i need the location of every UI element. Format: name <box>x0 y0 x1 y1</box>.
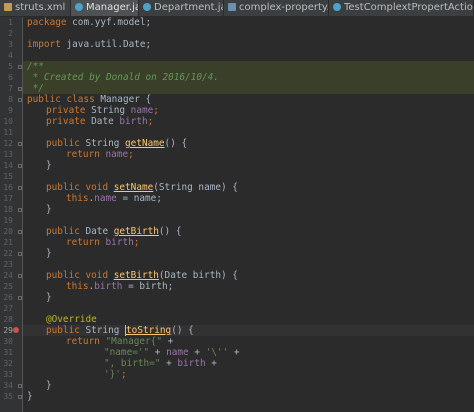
fold-marker-icon[interactable] <box>18 384 22 388</box>
code-line-29: public String toString() { <box>46 325 194 336</box>
code-line-28: @Override <box>46 314 97 325</box>
code-line-3: import java.util.Date; <box>27 39 152 50</box>
line-number: 1 <box>8 18 13 27</box>
line-number: 28 <box>3 315 13 324</box>
line-number: 17 <box>3 194 13 203</box>
code-line-14: } <box>46 160 52 171</box>
line-number: 27 <box>3 304 13 313</box>
tab-complex-property-jsp[interactable]: complex-property.jsp× <box>224 0 329 16</box>
xml-file-icon <box>4 3 12 11</box>
line-number: 2 <box>8 29 13 38</box>
line-number: 31 <box>3 348 13 357</box>
line-number: 23 <box>3 260 13 269</box>
line-number: 22 <box>3 249 13 258</box>
tab-manager-java[interactable]: Manager.java× <box>71 0 139 16</box>
code-line-30: return "Manager{" + <box>66 336 174 347</box>
code-line-24: public void setBirth(Date birth) { <box>46 270 238 281</box>
tab-label: Manager.java <box>86 2 138 13</box>
tab-department-java[interactable]: Department.java× <box>139 0 224 16</box>
line-number: 33 <box>3 370 13 379</box>
fold-marker-icon[interactable] <box>18 296 22 300</box>
fold-marker-icon[interactable] <box>18 274 22 278</box>
code-line-9: private String name; <box>46 105 159 116</box>
jsp-file-icon <box>228 3 236 11</box>
line-number: 25 <box>3 282 13 291</box>
class-file-icon <box>143 3 151 11</box>
editor-tab-bar: struts.xml× Manager.java× Department.jav… <box>0 0 474 17</box>
line-number: 18 <box>3 205 13 214</box>
code-line-35: } <box>27 391 33 402</box>
tab-label: TestComplextPropertAction.java <box>344 2 473 13</box>
code-line-8: public class Manager { <box>27 94 152 105</box>
code-line-6: * Created by Donald on 2016/10/4. <box>27 72 219 83</box>
line-number: 6 <box>8 73 13 82</box>
line-number: 30 <box>3 337 13 346</box>
code-line-17: this.name = name; <box>66 193 162 204</box>
fold-marker-icon[interactable] <box>18 142 22 146</box>
line-number: 26 <box>3 293 13 302</box>
code-line-7: */ <box>27 83 44 94</box>
override-method-icon[interactable] <box>13 327 19 333</box>
line-number: 29 <box>3 326 13 335</box>
line-number: 14 <box>3 161 13 170</box>
code-line-1: package com.yyf.model; <box>27 17 152 28</box>
code-line-13: return name; <box>66 149 134 160</box>
tab-label: Department.java <box>154 2 223 13</box>
line-number-gutter[interactable]: 1 2 3 4 5 6 7 8 9 10 11 12 13 14 15 16 17 18 19 20 21 22 23 24 2… <box>0 17 23 412</box>
line-number: 5 <box>8 62 13 71</box>
code-line-33: '}'; <box>104 369 127 380</box>
line-number: 7 <box>8 84 13 93</box>
line-number: 35 <box>3 392 13 401</box>
tab-testcomplextpropertaction-java[interactable]: TestComplextPropertAction.java <box>329 0 474 16</box>
class-file-icon <box>75 3 83 11</box>
code-line-34: } <box>46 380 52 391</box>
fold-marker-icon[interactable] <box>18 395 22 399</box>
line-number: 32 <box>3 359 13 368</box>
fold-marker-icon[interactable] <box>18 65 22 69</box>
code-line-25: this.birth = birth; <box>66 281 174 292</box>
line-number: 4 <box>8 51 13 60</box>
line-number: 12 <box>3 139 13 148</box>
fold-marker-icon[interactable] <box>18 186 22 190</box>
line-number: 19 <box>3 216 13 225</box>
line-number: 20 <box>3 227 13 236</box>
code-editor[interactable]: package com.yyf.model; import java.util.… <box>23 17 474 412</box>
line-number: 16 <box>3 183 13 192</box>
code-line-10: private Date birth; <box>46 116 154 127</box>
line-number: 3 <box>8 40 13 49</box>
code-line-5: /** <box>27 61 44 72</box>
ide-window: struts.xml× Manager.java× Department.jav… <box>0 0 474 412</box>
fold-marker-icon[interactable] <box>18 208 22 212</box>
fold-marker-icon[interactable] <box>18 252 22 256</box>
fold-marker-icon[interactable] <box>18 87 22 91</box>
line-number: 15 <box>3 172 13 181</box>
code-line-16: public void setName(String name) { <box>46 182 238 193</box>
line-number: 9 <box>8 106 13 115</box>
line-number: 21 <box>3 238 13 247</box>
tab-label: struts.xml <box>15 2 66 13</box>
code-line-21: return birth; <box>66 237 140 248</box>
code-line-18: } <box>46 204 52 215</box>
fold-marker-icon[interactable] <box>18 164 22 168</box>
line-number: 34 <box>3 381 13 390</box>
text-cursor: toString <box>125 325 172 336</box>
tab-label: complex-property.jsp <box>239 2 329 13</box>
class-file-icon <box>333 3 341 11</box>
tab-struts-xml[interactable]: struts.xml× <box>0 0 71 16</box>
code-line-26: } <box>46 292 52 303</box>
code-line-31: "name='" + name + '\'' + <box>104 347 240 358</box>
line-number: 13 <box>3 150 13 159</box>
code-line-20: public Date getBirth() { <box>46 226 182 237</box>
fold-marker-icon[interactable] <box>18 230 22 234</box>
code-line-22: } <box>46 248 52 259</box>
code-line-12: public String getName() { <box>46 138 188 149</box>
line-number: 10 <box>3 117 13 126</box>
line-number: 24 <box>3 271 13 280</box>
line-number: 11 <box>3 128 13 137</box>
line-number: 8 <box>8 95 13 104</box>
fold-marker-icon[interactable] <box>18 98 22 102</box>
code-line-32: ", birth=" + birth + <box>104 358 217 369</box>
